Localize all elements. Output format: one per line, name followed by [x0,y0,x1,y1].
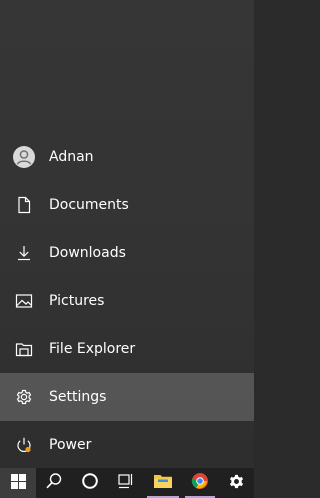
start-item-settings[interactable]: Settings [0,373,254,421]
user-avatar-icon [0,133,48,181]
taskbar-search-button[interactable] [36,468,72,498]
pictures-icon [0,277,48,325]
power-icon [0,421,48,469]
chrome-icon [191,472,209,494]
start-item-label: Downloads [49,245,126,261]
taskbar [0,468,254,498]
taskbar-task-view-button[interactable] [108,468,144,498]
taskbar-file-explorer-button[interactable] [144,468,182,498]
taskbar-start-button[interactable] [0,468,36,498]
cortana-circle-icon [81,472,99,494]
download-icon [0,229,48,277]
start-item-power[interactable]: Power [0,421,254,469]
task-view-icon [117,472,135,494]
start-item-user-account[interactable]: Adnan [0,133,254,181]
taskbar-settings-button[interactable] [218,468,254,498]
windows-logo-icon [10,473,26,493]
search-icon [45,472,63,494]
file-explorer-icon [0,325,48,373]
document-icon [0,181,48,229]
gear-icon [0,373,48,421]
gear-icon [228,473,245,494]
folder-icon [153,472,173,494]
start-item-label: File Explorer [49,341,136,357]
taskbar-chrome-button[interactable] [182,468,218,498]
start-menu-panel: Adnan Documents Downloads Pictures File … [0,0,254,468]
start-item-file-explorer[interactable]: File Explorer [0,325,254,373]
start-item-pictures[interactable]: Pictures [0,277,254,325]
start-item-label: Documents [49,197,129,213]
taskbar-cortana-button[interactable] [72,468,108,498]
start-item-downloads[interactable]: Downloads [0,229,254,277]
start-item-documents[interactable]: Documents [0,181,254,229]
start-item-label: Settings [49,389,107,405]
start-item-label: Pictures [49,293,105,309]
start-item-label: Adnan [49,149,94,165]
start-item-label: Power [49,437,92,453]
